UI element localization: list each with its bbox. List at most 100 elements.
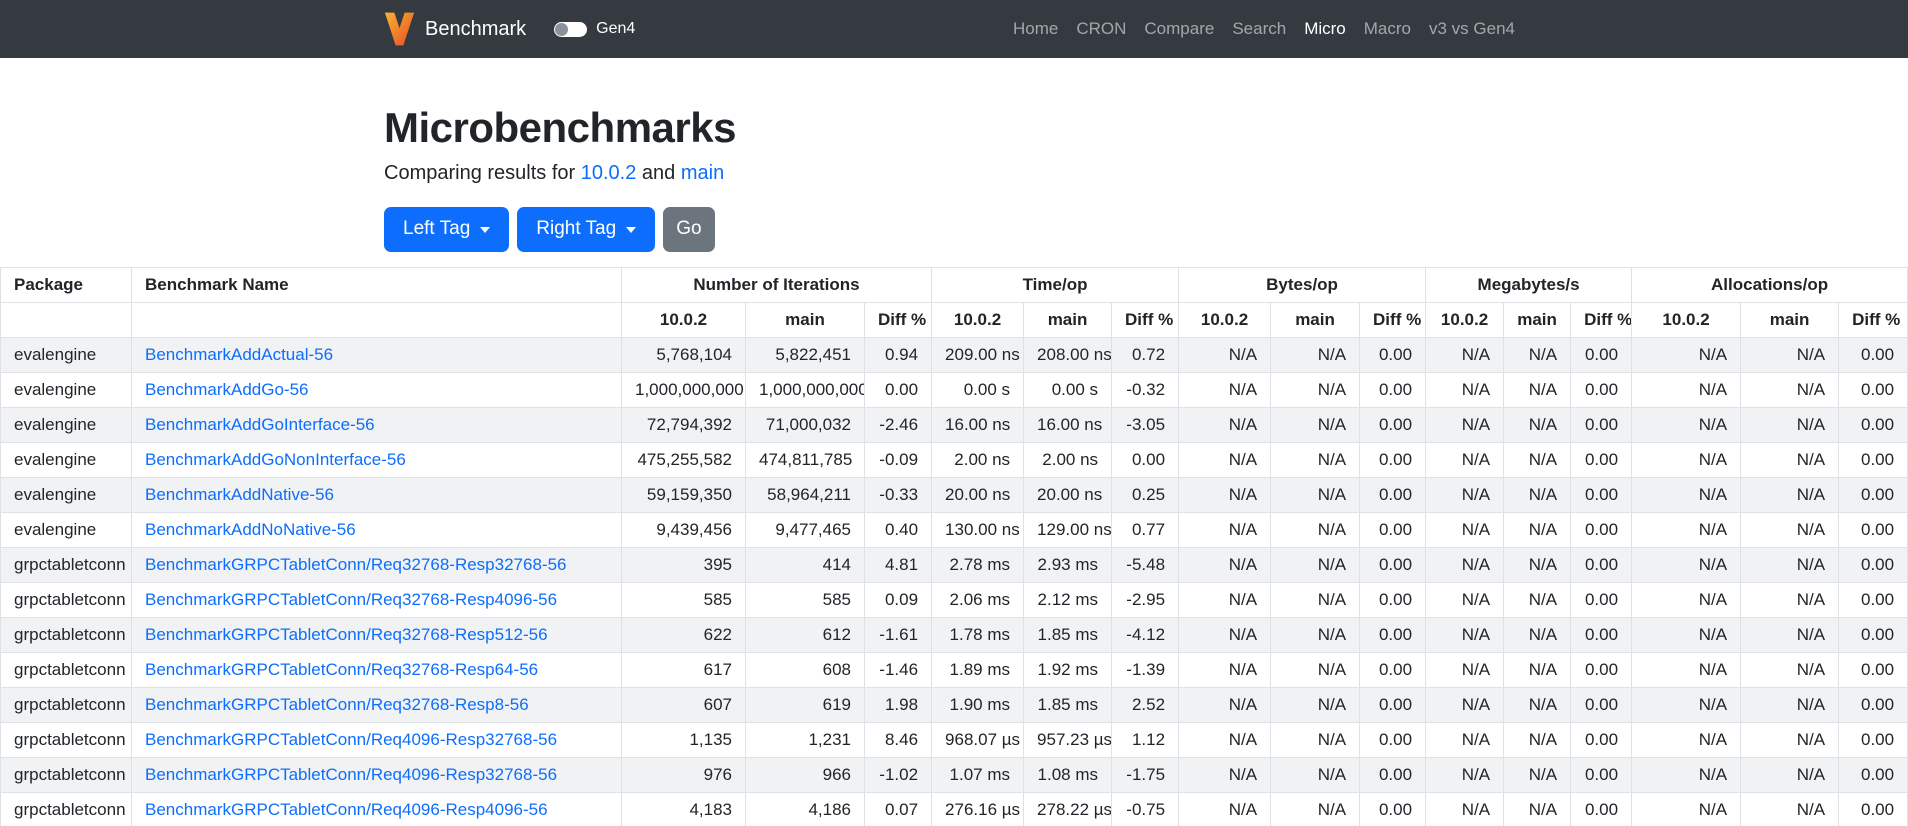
cell-value: N/A [1631, 441, 1742, 478]
caret-down-icon [480, 227, 491, 234]
benchmark-link[interactable]: BenchmarkAddGo-56 [145, 380, 308, 399]
benchmark-link[interactable]: BenchmarkAddActual-56 [145, 345, 333, 364]
benchmark-link[interactable]: BenchmarkGRPCTabletConn/Req32768-Resp64-… [145, 660, 538, 679]
nav-link-home[interactable]: Home [1004, 19, 1067, 39]
table-row: grpctabletconn BenchmarkGRPCTabletConn/Re… [0, 721, 1908, 758]
gen4-toggle[interactable] [554, 21, 588, 37]
cell-value: 0.00 [1838, 371, 1908, 408]
cell-value: 0.00 [863, 371, 933, 408]
cell-value: 58,964,211 [745, 476, 865, 513]
cell-value: N/A [1425, 371, 1505, 408]
cell-value: N/A [1270, 756, 1361, 793]
cell-value: 0.07 [863, 791, 933, 826]
nav-link-v3-vs-gen4[interactable]: v3 vs Gen4 [1420, 19, 1524, 39]
nav-link-compare[interactable]: Compare [1135, 19, 1223, 39]
cell-value: 475,255,582 [621, 441, 746, 478]
subheader-10-0-2: 10.0.2 [1178, 301, 1272, 338]
benchmark-link[interactable]: BenchmarkGRPCTabletConn/Req4096-Resp3276… [145, 765, 557, 784]
benchmark-link[interactable]: BenchmarkGRPCTabletConn/Req32768-Resp512… [145, 625, 548, 644]
cell-value: 0.00 [1359, 511, 1427, 548]
left-tag-dropdown[interactable]: Left Tag [384, 207, 510, 252]
cell-value: N/A [1178, 546, 1272, 583]
benchmark-link[interactable]: BenchmarkGRPCTabletConn/Req4096-Resp3276… [145, 730, 557, 749]
cell-value: 1,000,000,000 [621, 371, 746, 408]
cell-value: 395 [621, 546, 746, 583]
cell-value: N/A [1270, 721, 1361, 758]
go-button[interactable]: Go [663, 207, 715, 252]
benchmark-link[interactable]: BenchmarkGRPCTabletConn/Req32768-Resp8-5… [145, 695, 529, 714]
table-row: evalengine BenchmarkAddActual-56 5,768,104… [0, 336, 1908, 373]
cell-value: N/A [1178, 371, 1272, 408]
cell-value: 0.00 [1570, 791, 1633, 826]
subheader-diff: Diff % [863, 301, 933, 338]
cell-value: N/A [1425, 581, 1505, 618]
nav-link-macro[interactable]: Macro [1355, 19, 1420, 39]
benchmark-link[interactable]: BenchmarkGRPCTabletConn/Req32768-Resp409… [145, 590, 557, 609]
cell-value: 1.08 ms [1023, 756, 1113, 793]
table-row: grpctabletconn BenchmarkGRPCTabletConn/Re… [0, 791, 1908, 826]
nav-link-search[interactable]: Search [1223, 19, 1295, 39]
cell-value: N/A [1270, 441, 1361, 478]
benchmark-link[interactable]: BenchmarkAddGoInterface-56 [145, 415, 375, 434]
cell-value: N/A [1425, 651, 1505, 688]
cell-value: N/A [1178, 756, 1272, 793]
cell-value: N/A [1631, 336, 1742, 373]
cell-value: 129.00 ns [1023, 511, 1113, 548]
cell-value: 1.12 [1111, 721, 1180, 758]
cell-value: 5,822,451 [745, 336, 865, 373]
cell-value: 1,231 [745, 721, 865, 758]
benchmark-link[interactable]: BenchmarkGRPCTabletConn/Req32768-Resp327… [145, 555, 566, 574]
cell-value: 1.92 ms [1023, 651, 1113, 688]
cell-value: 0.00 [1359, 476, 1427, 513]
cell-value: N/A [1740, 686, 1840, 723]
benchmark-link[interactable]: BenchmarkAddNoNative-56 [145, 520, 356, 539]
cell-value: 2.52 [1111, 686, 1180, 723]
gen4-toggle-label: Gen4 [596, 20, 636, 37]
cell-value: 0.00 [1838, 441, 1908, 478]
cell-value: 0.00 s [1023, 371, 1113, 408]
cell-value: N/A [1425, 511, 1505, 548]
gen4-toggle-knob [555, 22, 569, 36]
cell-value: N/A [1631, 476, 1742, 513]
cell-value: -2.95 [1111, 581, 1180, 618]
cell-value: 0.00 [1838, 686, 1908, 723]
cell-value: 0.00 [1359, 756, 1427, 793]
subtitle-prefix: Comparing results for [384, 162, 581, 184]
subheader-main: main [1503, 301, 1572, 338]
cell-value: 1.98 [863, 686, 933, 723]
benchmark-link[interactable]: BenchmarkGRPCTabletConn/Req4096-Resp4096… [145, 800, 548, 819]
navbar: Benchmark Gen4 Home CRON Compare Search Micr… [0, 0, 1908, 58]
cell-benchmark-name: BenchmarkAddGo-56 [131, 371, 622, 408]
cell-value: -0.09 [863, 441, 933, 478]
benchmark-link[interactable]: BenchmarkAddNative-56 [145, 485, 334, 504]
cell-value: 0.00 [1838, 616, 1908, 653]
cell-value: 0.77 [1111, 511, 1180, 548]
cell-value: 9,477,465 [745, 511, 865, 548]
cell-value: 612 [745, 616, 865, 653]
left-ref-link[interactable]: 10.0.2 [581, 162, 637, 184]
cell-value: N/A [1425, 476, 1505, 513]
cell-value: 957.23 µs [1023, 721, 1113, 758]
nav-link-cron[interactable]: CRON [1067, 19, 1135, 39]
cell-value: 1.85 ms [1023, 686, 1113, 723]
cell-value: N/A [1740, 791, 1840, 826]
cell-value: 1.90 ms [931, 686, 1025, 723]
cell-value: N/A [1270, 511, 1361, 548]
cell-value: 72,794,392 [621, 406, 746, 443]
nav-link-micro[interactable]: Micro [1295, 19, 1355, 39]
subheader-diff: Diff % [1838, 301, 1908, 338]
cell-value: 1.78 ms [931, 616, 1025, 653]
benchmark-link[interactable]: BenchmarkAddGoNonInterface-56 [145, 450, 406, 469]
cell-value: N/A [1631, 721, 1742, 758]
cell-value: N/A [1270, 476, 1361, 513]
right-ref-link[interactable]: main [681, 162, 724, 184]
table-row: evalengine BenchmarkAddNoNative-56 9,439,4… [0, 511, 1908, 548]
brand-link[interactable]: Benchmark [425, 18, 526, 41]
benchmark-table-body: evalengine BenchmarkAddActual-56 5,768,104… [0, 336, 1908, 826]
col-header-bytes-op: Bytes/op [1178, 266, 1427, 303]
subheader-spacer [131, 301, 622, 338]
subheader-main: main [745, 301, 865, 338]
right-tag-dropdown[interactable]: Right Tag [517, 207, 656, 252]
table-row: grpctabletconn BenchmarkGRPCTabletConn/Re… [0, 686, 1908, 723]
cell-value: -0.75 [1111, 791, 1180, 826]
